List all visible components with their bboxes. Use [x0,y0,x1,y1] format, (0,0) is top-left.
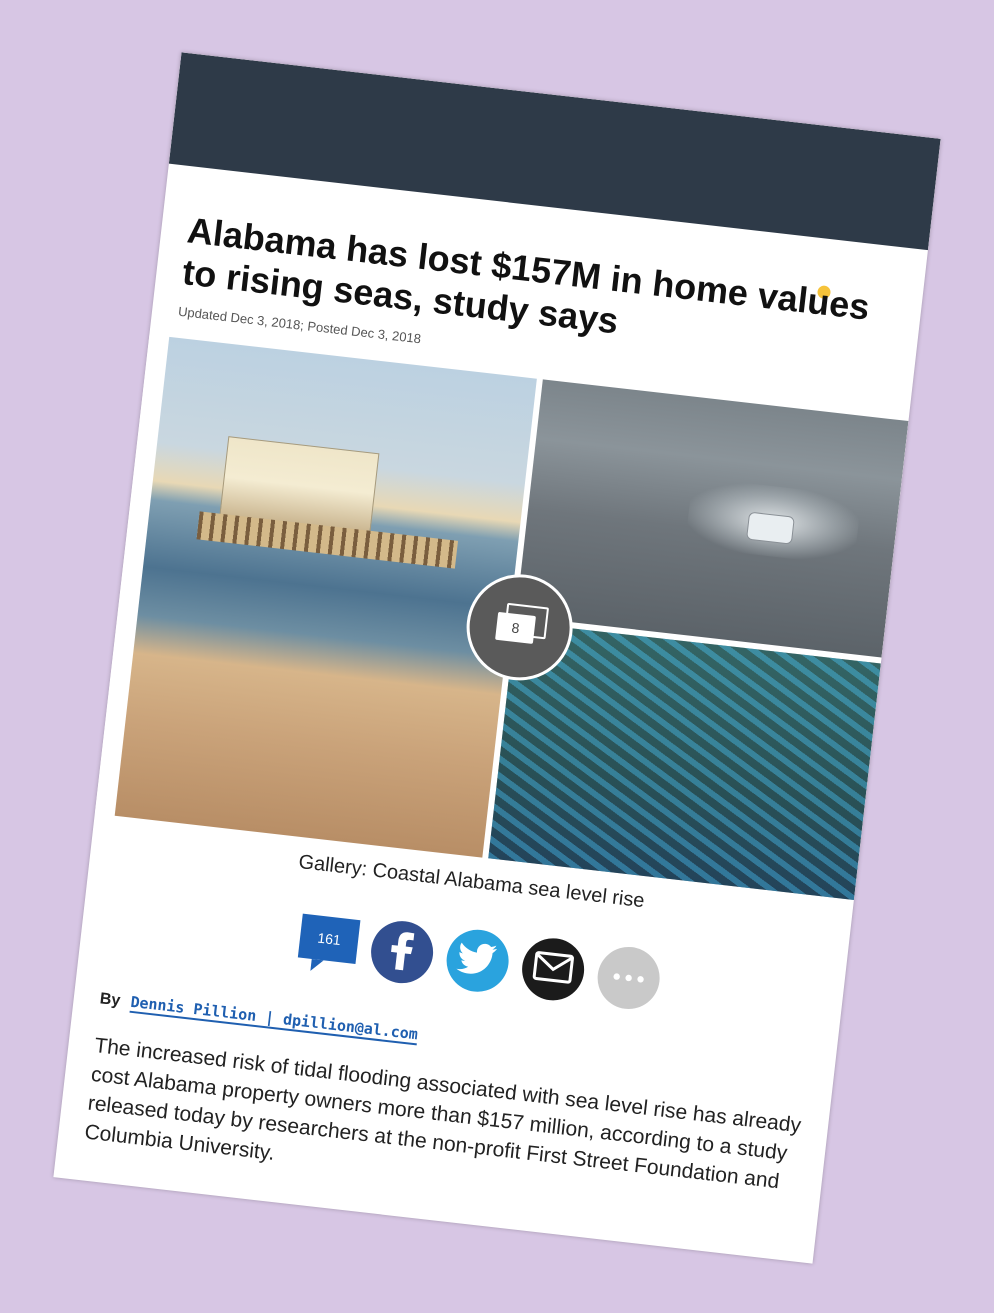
article-card: AL COM Alabama Alabama has lost $157M in… [53,52,941,1264]
more-share-options-button[interactable] [594,943,663,1013]
share-bar: 161 [296,910,663,1013]
gallery-count: 8 [495,611,536,644]
comment-count: 161 [316,929,342,949]
email-icon [531,950,575,989]
gallery-photo-flooded-road[interactable] [515,379,909,658]
more-icon [612,967,646,989]
comments-button[interactable]: 161 [297,913,361,964]
twitter-icon [456,939,500,982]
article-body: The increased risk of tidal flooding ass… [83,1034,803,1194]
car-shape [746,511,795,545]
gallery-stack-icon: 8 [495,602,550,647]
author-link[interactable]: Dennis Pillion | dpillion@al.com [129,992,419,1046]
photo-gallery[interactable]: 8 [94,334,909,900]
gallery-photo-beach-house[interactable] [114,336,537,858]
twitter-share-button[interactable] [443,926,512,996]
email-share-button[interactable] [518,935,588,1004]
facebook-share-button[interactable] [367,917,437,987]
facebook-icon [383,928,422,977]
byline-prefix: By [98,990,122,1010]
